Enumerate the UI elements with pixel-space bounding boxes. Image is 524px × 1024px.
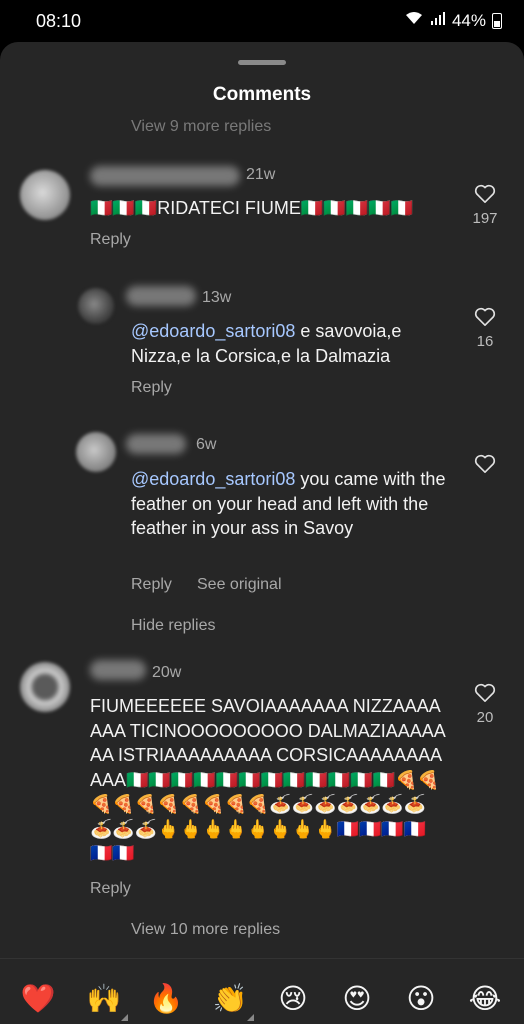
like-button[interactable]	[455, 454, 515, 474]
heart-icon	[474, 184, 496, 203]
like-count: 197	[472, 210, 498, 227]
wifi-icon	[404, 10, 424, 31]
heart-icon	[474, 683, 496, 702]
reply-button[interactable]: Reply	[131, 576, 172, 594]
comment-time: 21w	[246, 166, 276, 183]
view-more-replies-top[interactable]: View 9 more replies	[131, 118, 271, 136]
username-blurred[interactable]	[126, 286, 196, 306]
emoji-quick-reactions: ❤️ 🙌 🔥 👏 😢 😍 😮 😂	[0, 958, 524, 1024]
status-bar: 08:10 44%	[0, 0, 524, 42]
like-button[interactable]: 16	[455, 307, 515, 350]
comment-text: @edoardo_sartori08 e savovoia,e Nizza,e …	[131, 321, 402, 366]
username-blurred[interactable]	[90, 660, 146, 680]
signal-icon	[430, 10, 446, 31]
emoji-laughing[interactable]: 😂	[465, 979, 505, 1019]
avatar[interactable]	[20, 662, 70, 712]
emoji-fire[interactable]: 🔥	[146, 979, 186, 1019]
reply-button[interactable]: Reply	[131, 379, 172, 397]
like-button[interactable]: 197	[455, 184, 515, 227]
status-time: 08:10	[36, 11, 82, 31]
see-original-button[interactable]: See original	[197, 576, 282, 594]
comment-text: FIUMEEEEEE SAVOIAAAAAAA NIZZAAAAAAA TICI…	[90, 696, 446, 863]
reply-button[interactable]: Reply	[90, 880, 131, 898]
emoji-crying[interactable]: 😢	[273, 979, 313, 1019]
emoji-surprised[interactable]: 😮	[401, 979, 441, 1019]
heart-icon	[474, 454, 496, 473]
mention[interactable]: @edoardo_sartori08	[131, 469, 295, 489]
comment-time: 6w	[196, 436, 217, 453]
like-button[interactable]: 20	[455, 683, 515, 726]
avatar[interactable]	[76, 432, 116, 472]
variant-indicator	[121, 1014, 128, 1021]
comments-sheet: Comments View 9 more replies 21w 🇮🇹🇮🇹🇮🇹R…	[0, 42, 524, 1024]
hide-replies-button[interactable]: Hide replies	[131, 617, 215, 635]
battery-percent: 44%	[451, 10, 486, 30]
heart-icon	[474, 307, 496, 326]
username-blurred[interactable]	[126, 434, 186, 454]
like-count: 20	[476, 709, 494, 726]
reply-button[interactable]: Reply	[90, 231, 131, 249]
like-count: 16	[476, 333, 494, 350]
comment-time: 13w	[202, 289, 232, 306]
comment-time: 20w	[152, 664, 182, 681]
avatar[interactable]	[78, 288, 114, 324]
status-icons: 44%	[404, 10, 502, 31]
emoji-heart[interactable]: ❤️	[18, 979, 58, 1019]
emoji-clapping[interactable]: 👏	[210, 979, 254, 1021]
mention[interactable]: @edoardo_sartori08	[131, 321, 295, 341]
emoji-heart-eyes[interactable]: 😍	[337, 979, 377, 1019]
avatar[interactable]	[20, 170, 70, 220]
variant-indicator	[247, 1014, 254, 1021]
username-blurred[interactable]	[90, 166, 240, 186]
comment-text: 🇮🇹🇮🇹🇮🇹RIDATECI FIUME🇮🇹🇮🇹🇮🇹🇮🇹🇮🇹	[90, 198, 413, 218]
sheet-title: Comments	[212, 84, 312, 105]
battery-icon	[492, 12, 502, 29]
comment-text: @edoardo_sartori08 you came with the fea…	[131, 469, 446, 538]
view-more-replies-bottom[interactable]: View 10 more replies	[131, 921, 280, 939]
emoji-raised-hands[interactable]: 🙌	[84, 979, 128, 1021]
drag-handle[interactable]	[238, 60, 286, 65]
